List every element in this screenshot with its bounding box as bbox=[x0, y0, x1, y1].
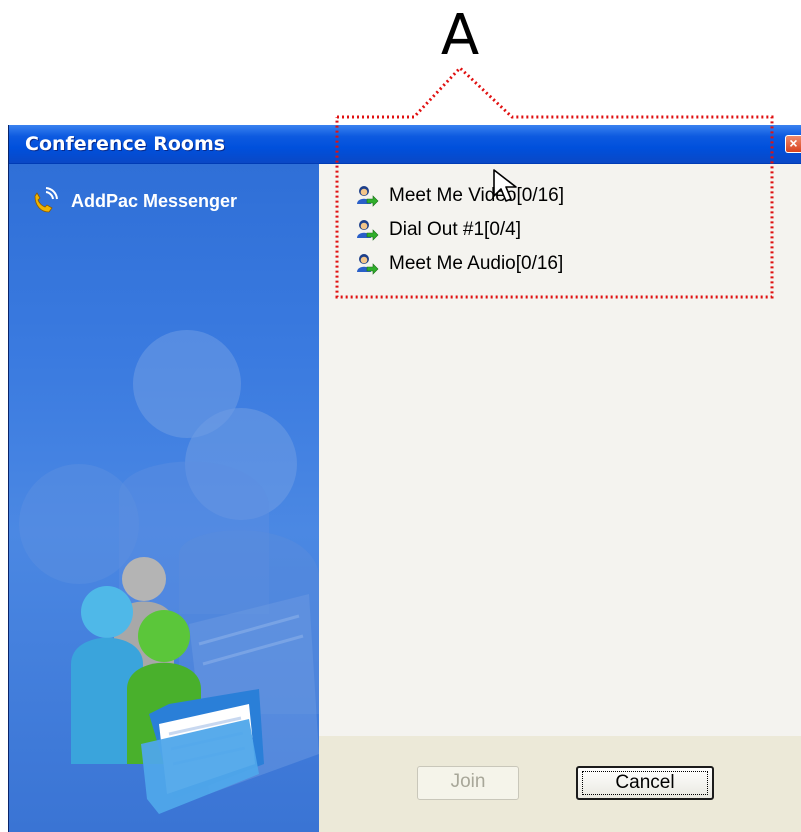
join-room-icon bbox=[357, 254, 379, 275]
room-label: Meet Me Audio[0/16] bbox=[389, 253, 564, 274]
conference-rooms-dialog: Conference Rooms × AddPac Messenger Meet… bbox=[8, 125, 801, 832]
annotation-label: A bbox=[440, 3, 480, 68]
room-label: Dial Out #1[0/4] bbox=[389, 219, 522, 240]
cancel-button[interactable]: Cancel bbox=[576, 766, 714, 800]
phone-handset-icon bbox=[34, 187, 58, 213]
close-button[interactable]: × bbox=[785, 135, 801, 153]
sidebar-panel: AddPac Messenger bbox=[9, 164, 319, 832]
room-label: Meet Me Video[0/16] bbox=[389, 185, 564, 206]
window-title: Conference Rooms bbox=[25, 133, 226, 155]
room-list[interactable]: Meet Me Video[0/16] Dial Out #1[0/4] Mee… bbox=[319, 164, 801, 736]
title-bar[interactable]: Conference Rooms × bbox=[9, 125, 801, 164]
button-bar: Join Cancel bbox=[319, 736, 801, 832]
mouse-pointer-icon bbox=[493, 169, 517, 202]
list-item-room[interactable]: Meet Me Audio[0/16] bbox=[355, 248, 563, 280]
join-room-icon bbox=[357, 186, 379, 207]
brand-name: AddPac Messenger bbox=[71, 190, 238, 211]
join-button[interactable]: Join bbox=[417, 766, 519, 800]
people-folder-illustration bbox=[19, 330, 319, 814]
list-item-room[interactable]: Dial Out #1[0/4] bbox=[355, 214, 521, 246]
screenshot-canvas: A Conference Rooms × AddPac Messenger Me… bbox=[0, 0, 801, 832]
brand: AddPac Messenger bbox=[29, 186, 237, 216]
cancel-label: Cancel bbox=[615, 772, 675, 793]
join-room-icon bbox=[357, 220, 379, 241]
list-item-room[interactable]: Meet Me Video[0/16] bbox=[355, 180, 564, 212]
